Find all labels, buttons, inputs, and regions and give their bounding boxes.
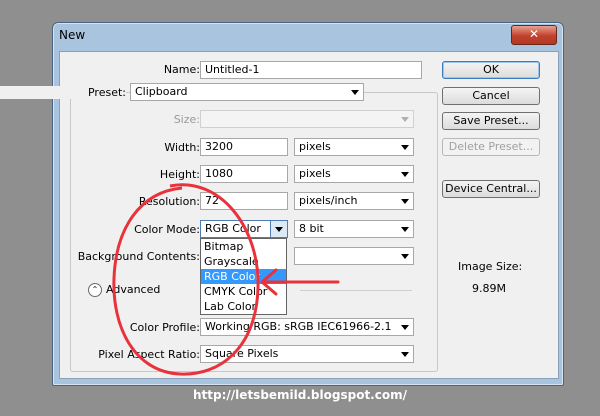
name-input[interactable]: Untitled-1 <box>200 61 422 79</box>
ok-button[interactable]: OK <box>442 61 540 79</box>
height-unit-select[interactable]: pixels <box>294 165 414 183</box>
chevron-down-icon <box>401 199 409 204</box>
resolution-unit-select[interactable]: pixels/inch <box>294 192 414 210</box>
delete-preset-button: Delete Preset... <box>442 138 540 156</box>
chevron-down-icon <box>401 117 409 122</box>
cancel-button[interactable]: Cancel <box>442 87 540 105</box>
size-label: Size: <box>173 113 200 126</box>
image-size-value: 9.89M <box>472 282 506 295</box>
height-unit-value: pixels <box>299 167 331 180</box>
chevron-down-icon <box>351 90 359 95</box>
chevron-down-icon <box>401 227 409 232</box>
dropdown-button[interactable] <box>270 221 287 237</box>
chevron-down-icon <box>401 254 409 259</box>
preset-value: Clipboard <box>135 85 188 98</box>
preset-select[interactable]: Clipboard <box>130 83 364 101</box>
annotation-circle <box>112 183 260 376</box>
bit-depth-value: 8 bit <box>299 222 324 235</box>
device-central-button[interactable]: Device Central... <box>442 180 540 198</box>
close-icon[interactable]: ✕ <box>511 25 557 45</box>
watermark-url: http://letsbemild.blogspot.com/ <box>193 388 407 402</box>
chevron-down-icon <box>275 227 283 232</box>
save-preset-button[interactable]: Save Preset... <box>442 112 540 130</box>
dialog-title: New <box>59 28 86 42</box>
width-unit-select[interactable]: pixels <box>294 138 414 156</box>
size-select <box>200 110 414 128</box>
width-label: Width: <box>164 141 200 154</box>
name-label: Name: <box>163 63 200 76</box>
width-input[interactable]: 3200 <box>200 138 288 156</box>
annotation-arrow-icon <box>260 268 340 296</box>
width-unit-value: pixels <box>299 140 331 153</box>
chevron-down-icon <box>401 145 409 150</box>
title-bar: New ✕ <box>53 23 563 47</box>
chevron-up-icon[interactable]: ⌃ <box>88 283 102 297</box>
preset-label: Preset: <box>0 86 126 99</box>
chevron-down-icon <box>401 352 409 357</box>
image-size-label: Image Size: <box>458 260 523 273</box>
bit-depth-select[interactable]: 8 bit <box>294 220 414 238</box>
chevron-down-icon <box>401 172 409 177</box>
chevron-down-icon <box>401 325 409 330</box>
resolution-unit-value: pixels/inch <box>299 194 358 207</box>
